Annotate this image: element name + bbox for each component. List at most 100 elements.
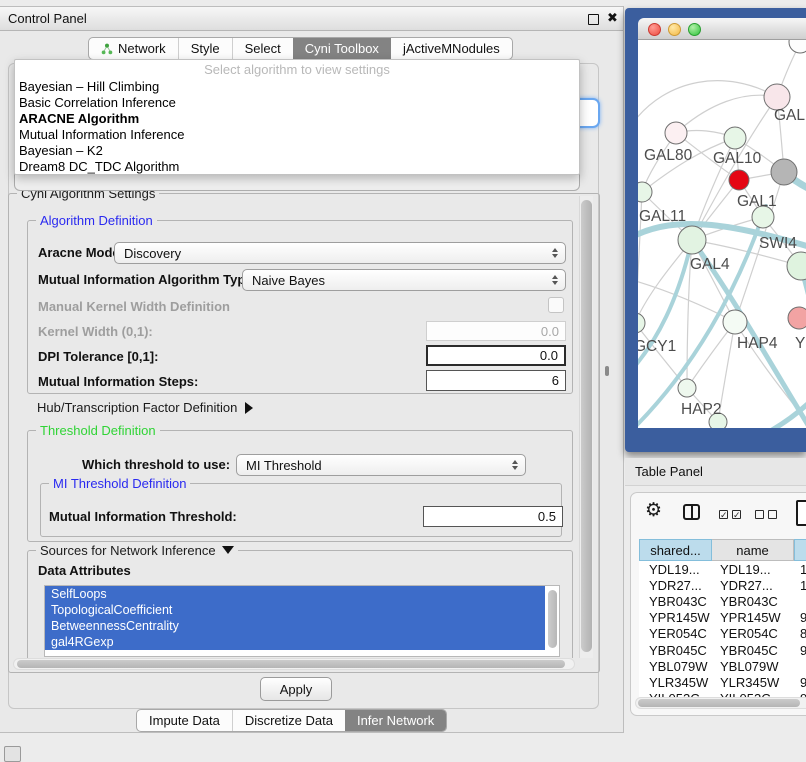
kernel-width-field[interactable]: 0.0 (426, 321, 566, 341)
tab-label: jActiveMNodules (403, 41, 500, 56)
close-window-icon[interactable] (648, 23, 661, 36)
tab-style[interactable]: Style (178, 38, 232, 59)
algorithm-list: Bayesian – Hill ClimbingBasic Correlatio… (19, 79, 575, 175)
table-cell: 9. (794, 610, 806, 625)
tab-select[interactable]: Select (232, 38, 293, 59)
settings-hscrollbar[interactable] (13, 658, 575, 670)
dpi-tolerance-field[interactable]: 0.0 (426, 345, 566, 366)
attribute-item-betweennesscentrality[interactable]: BetweennessCentrality (45, 618, 545, 634)
mi-steps-field[interactable]: 6 (426, 370, 566, 391)
network-window-titlebar[interactable] (638, 18, 806, 40)
mi-type-select[interactable]: Naive Bayes (242, 269, 566, 291)
apply-button[interactable]: Apply (260, 677, 332, 701)
attribute-item-selfloops[interactable]: SelfLoops (45, 586, 545, 602)
table-row[interactable]: YER054CYER054C8. (639, 626, 806, 642)
panel-corner-button[interactable] (4, 746, 21, 762)
column-header-a[interactable]: A (794, 539, 806, 561)
table-cell: YBL079W (712, 659, 794, 674)
collapsed-arrow-icon (245, 402, 253, 414)
network-node[interactable] (788, 307, 806, 329)
column-header-name[interactable]: name (712, 539, 794, 561)
sources-group-title[interactable]: Sources for Network Inference (36, 543, 238, 558)
table-header-row: shared...nameA (639, 539, 806, 561)
network-node[interactable] (729, 170, 749, 190)
minimize-window-icon[interactable] (668, 23, 681, 36)
float-panel-icon[interactable] (588, 14, 599, 25)
manual-kernel-checkbox[interactable] (548, 297, 564, 313)
network-view-window: GALGAL80GAL10GAL1GAL11SWI4GAL4GCY1HAP4YH… (638, 18, 806, 428)
network-node[interactable] (771, 159, 797, 185)
table-row[interactable]: YDR27...YDR27...12 (639, 577, 806, 593)
settings-vscroll-thumb[interactable] (581, 200, 592, 652)
network-node[interactable] (665, 122, 687, 144)
gear-icon[interactable]: ⚙ (645, 499, 662, 522)
network-node[interactable] (678, 226, 706, 254)
table-cell: 9. (794, 643, 806, 658)
close-icon[interactable]: ✖ (607, 10, 618, 26)
tab-label: Style (191, 41, 220, 56)
table-row[interactable]: YPR145WYPR145W9. (639, 610, 806, 626)
network-icon (101, 43, 113, 55)
panel-title: Control Panel (8, 11, 87, 26)
network-node[interactable] (724, 127, 746, 149)
algorithm-option-bayesian-k2[interactable]: Bayesian – K2 (19, 143, 575, 159)
network-node[interactable] (789, 40, 806, 53)
table-cell: YPR145W (639, 610, 712, 625)
table-row[interactable]: YBR045CYBR045C9. (639, 642, 806, 658)
select-all-checks-icon[interactable]: ✓ ✓ (719, 510, 741, 519)
settings-vscrollbar[interactable] (579, 196, 593, 658)
network-canvas[interactable]: GALGAL80GAL10GAL1GAL11SWI4GAL4GCY1HAP4YH… (638, 40, 806, 428)
settings-hscroll-thumb[interactable] (17, 660, 565, 668)
tab-impute-data[interactable]: Impute Data (137, 710, 232, 731)
column-header-shared[interactable]: shared... (639, 539, 712, 561)
node-label-gcy1: GCY1 (638, 338, 676, 355)
apply-button-label: Apply (280, 682, 313, 697)
algorithm-option-bayesian-hill-climbing[interactable]: Bayesian – Hill Climbing (19, 79, 575, 95)
network-edge[interactable] (638, 280, 735, 322)
which-threshold-select[interactable]: MI Threshold (236, 454, 526, 476)
tab-label: Network (118, 41, 166, 56)
algorithm-option-basic-correlation-inference[interactable]: Basic Correlation Inference (19, 95, 575, 111)
network-node[interactable] (678, 379, 696, 397)
tab-discretize-data[interactable]: Discretize Data (232, 710, 345, 731)
algorithm-option-mutual-information-inference[interactable]: Mutual Information Inference (19, 127, 575, 143)
table-panel-titlebar: Table Panel (625, 458, 806, 486)
tab-jactivemnodules[interactable]: jActiveMNodules (391, 38, 512, 59)
deselect-all-checks-icon[interactable] (755, 510, 777, 519)
table-row[interactable]: YLR345WYLR345W9. (639, 674, 806, 690)
algorithm-option-dream8-dc-tdc-algorithm[interactable]: Dream8 DC_TDC Algorithm (19, 159, 575, 175)
network-edge[interactable] (676, 95, 777, 133)
table-row[interactable]: YBR043CYBR043C (639, 593, 806, 609)
attribute-item-topologicalcoefficient[interactable]: TopologicalCoefficient (45, 602, 545, 618)
tab-infer-network[interactable]: Infer Network (345, 710, 446, 731)
columns-icon[interactable] (683, 504, 700, 520)
hub-transcription-section-toggle[interactable]: Hub/Transcription Factor Definition (37, 400, 253, 415)
table-hscroll-thumb[interactable] (638, 699, 800, 707)
table-hscrollbar[interactable] (635, 697, 806, 709)
attributes-vscroll-thumb[interactable] (548, 590, 557, 648)
attribute-item-gal4rgexp[interactable]: gal4RGexp (45, 634, 545, 650)
tab-network[interactable]: Network (89, 38, 178, 59)
table-row[interactable]: YDL19...YDL19...13 (639, 561, 806, 577)
network-node[interactable] (787, 252, 806, 280)
mi-threshold-field[interactable]: 0.5 (423, 506, 563, 527)
aracne-mode-value: Discovery (124, 246, 181, 261)
network-view-frame[interactable]: GALGAL80GAL10GAL1GAL11SWI4GAL4GCY1HAP4YH… (625, 8, 806, 452)
control-panel-window: Control Panel ✖ Network Style SelectCyni T… (0, 6, 624, 733)
table-panel-body: ⚙ ✓ ✓ shared...nameA YDL19...YDL19...13Y… (630, 492, 806, 716)
tab-label: Infer Network (357, 713, 434, 728)
table-rows: YDL19...YDL19...13YDR27...YDR27...12YBR0… (639, 561, 806, 697)
node-label-gal10: GAL10 (713, 150, 762, 167)
node-label-swi4: SWI4 (759, 235, 797, 252)
network-node[interactable] (638, 313, 645, 333)
zoom-window-icon[interactable] (688, 23, 701, 36)
network-edge[interactable] (638, 81, 777, 124)
tab-cyni-toolbox[interactable]: Cyni Toolbox (293, 38, 391, 59)
network-edge[interactable] (638, 240, 692, 323)
aracne-mode-select[interactable]: Discovery (114, 242, 566, 264)
panel-splitter-handle[interactable] (605, 366, 609, 376)
table-row[interactable]: YBL079WYBL079W (639, 658, 806, 674)
export-table-icon[interactable] (796, 500, 806, 526)
algorithm-option-aracne-algorithm[interactable]: ARACNE Algorithm (19, 111, 575, 127)
network-node[interactable] (723, 310, 747, 334)
